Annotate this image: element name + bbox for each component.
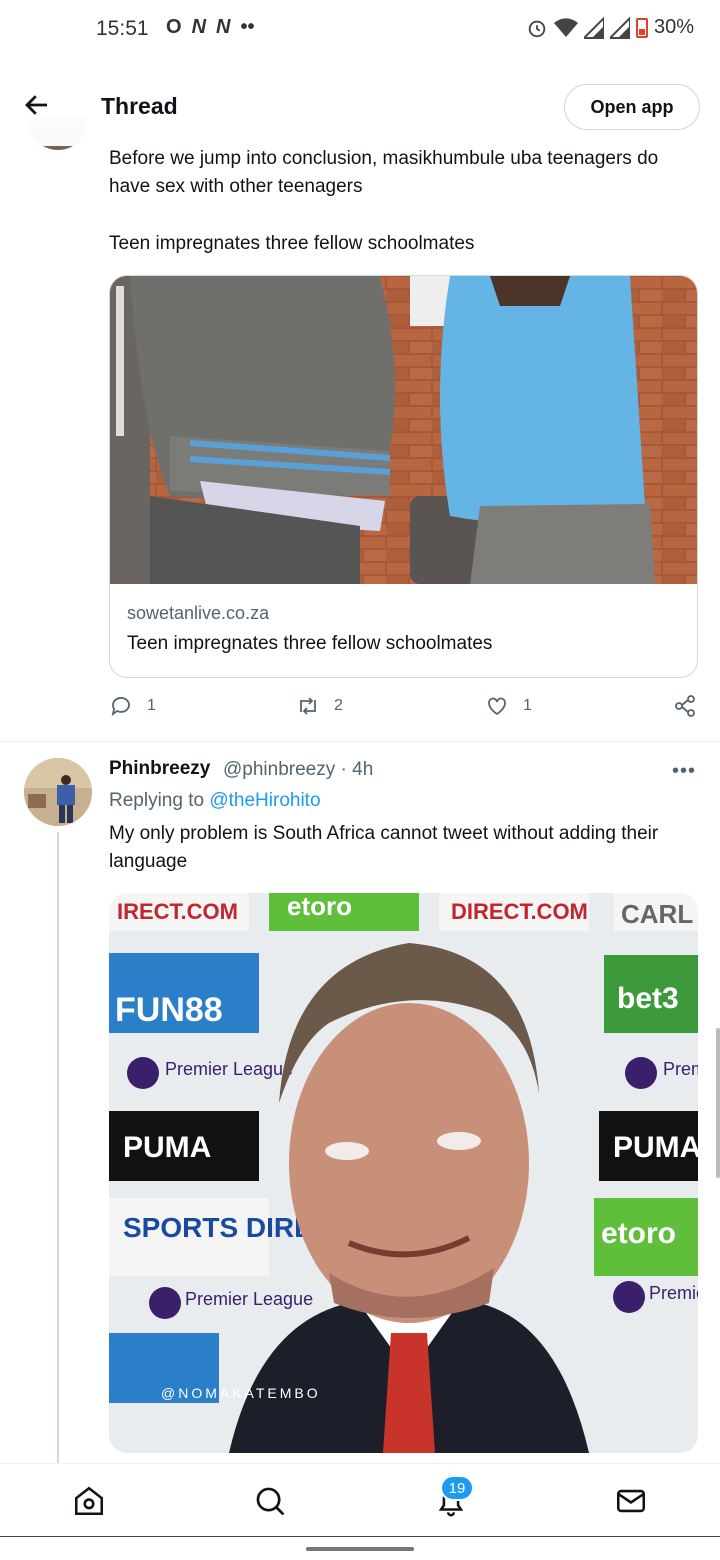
- display-name[interactable]: Phinbreezy: [109, 758, 210, 780]
- reply-icon: [111, 697, 130, 717]
- page-title: Thread: [101, 93, 178, 119]
- board-text: DIRECT.COM: [451, 899, 588, 924]
- replying-to: Replying to @theHirohito: [109, 790, 321, 812]
- retweet-icon: [300, 697, 316, 715]
- board-text: PUMA: [123, 1131, 211, 1164]
- battery-icon: [635, 17, 648, 38]
- mention-link[interactable]: @theHirohito: [209, 790, 320, 811]
- notification-icon: N: [191, 16, 207, 38]
- alarm-icon: [528, 20, 546, 37]
- header: Thread Open app: [0, 66, 720, 146]
- divider: [0, 741, 720, 742]
- like-button[interactable]: 1: [485, 694, 532, 718]
- board-text: Premier League: [649, 1283, 698, 1303]
- notification-icon: N: [216, 16, 231, 38]
- signal-icon: [609, 16, 630, 39]
- search-icon[interactable]: [253, 1484, 287, 1518]
- reply-count: 1: [147, 697, 156, 714]
- tweet-text: My only problem is South Africa cannot t…: [109, 823, 659, 872]
- back-arrow-icon[interactable]: [22, 90, 52, 120]
- battery-percent: 30%: [653, 16, 694, 38]
- tweet-text-line: Before we jump into conclusion, masikhum…: [109, 148, 659, 197]
- bottom-nav: 19: [0, 1463, 720, 1536]
- board-text: CARL: [621, 899, 693, 929]
- avatar[interactable]: [24, 758, 92, 826]
- home-indicator[interactable]: [306, 1547, 414, 1551]
- heart-icon: [488, 697, 506, 716]
- notification-icon: ••: [240, 16, 255, 38]
- link-card-domain: sowetanlive.co.za: [127, 603, 270, 623]
- board-text: PUMA: [613, 1131, 698, 1164]
- signal-icon: [583, 16, 604, 39]
- board-text: Premier League: [165, 1059, 293, 1079]
- more-icon[interactable]: •••: [672, 760, 696, 783]
- link-card-title: Teen impregnates three fellow schoolmate…: [127, 633, 493, 654]
- board-text: IRECT.COM: [117, 899, 238, 924]
- status-right: 30%: [526, 16, 694, 39]
- tweet-text-line: Teen impregnates three fellow schoolmate…: [109, 233, 475, 254]
- board-text: bet3: [617, 982, 679, 1015]
- retweet-button[interactable]: 2: [296, 694, 343, 718]
- mail-icon[interactable]: [614, 1484, 648, 1518]
- link-card-image: [110, 276, 697, 584]
- link-card[interactable]: sowetanlive.co.za Teen impregnates three…: [109, 275, 698, 678]
- home-icon[interactable]: [72, 1484, 106, 1518]
- open-app-button[interactable]: Open app: [564, 84, 700, 130]
- tweet-actions: 1 2 1: [109, 694, 699, 724]
- notifications-badge: 19: [440, 1475, 474, 1501]
- reply-button[interactable]: 1: [109, 694, 156, 718]
- replying-prefix: Replying to: [109, 790, 205, 811]
- board-text: etoro: [287, 893, 352, 921]
- thread-line: [57, 832, 59, 1464]
- notification-icons: O N N ••: [166, 16, 254, 39]
- image-watermark: @NOMAKATEMBO: [161, 1385, 321, 1401]
- like-count: 1: [523, 697, 532, 714]
- share-icon: [675, 695, 695, 717]
- status-time: 15:51: [96, 17, 149, 40]
- wifi-icon: [553, 17, 578, 37]
- retweet-count: 2: [334, 697, 343, 714]
- board-text: FUN88: [115, 991, 223, 1029]
- board-text: Premier League: [663, 1059, 698, 1079]
- tweet-image[interactable]: IRECT.COM etoro DIRECT.COM CARL FUN88 be…: [109, 893, 698, 1453]
- board-text: etoro: [601, 1217, 676, 1250]
- notification-icon: O: [166, 16, 182, 38]
- board-text: Premier League: [185, 1289, 313, 1309]
- handle-time[interactable]: @phinbreezy · 4h: [223, 759, 373, 781]
- scroll-indicator[interactable]: [716, 1028, 720, 1178]
- tweet-text: Before we jump into conclusion, masikhum…: [109, 145, 699, 287]
- share-button[interactable]: [673, 694, 697, 718]
- status-bar: 15:51 O N N •• 30%: [0, 0, 720, 58]
